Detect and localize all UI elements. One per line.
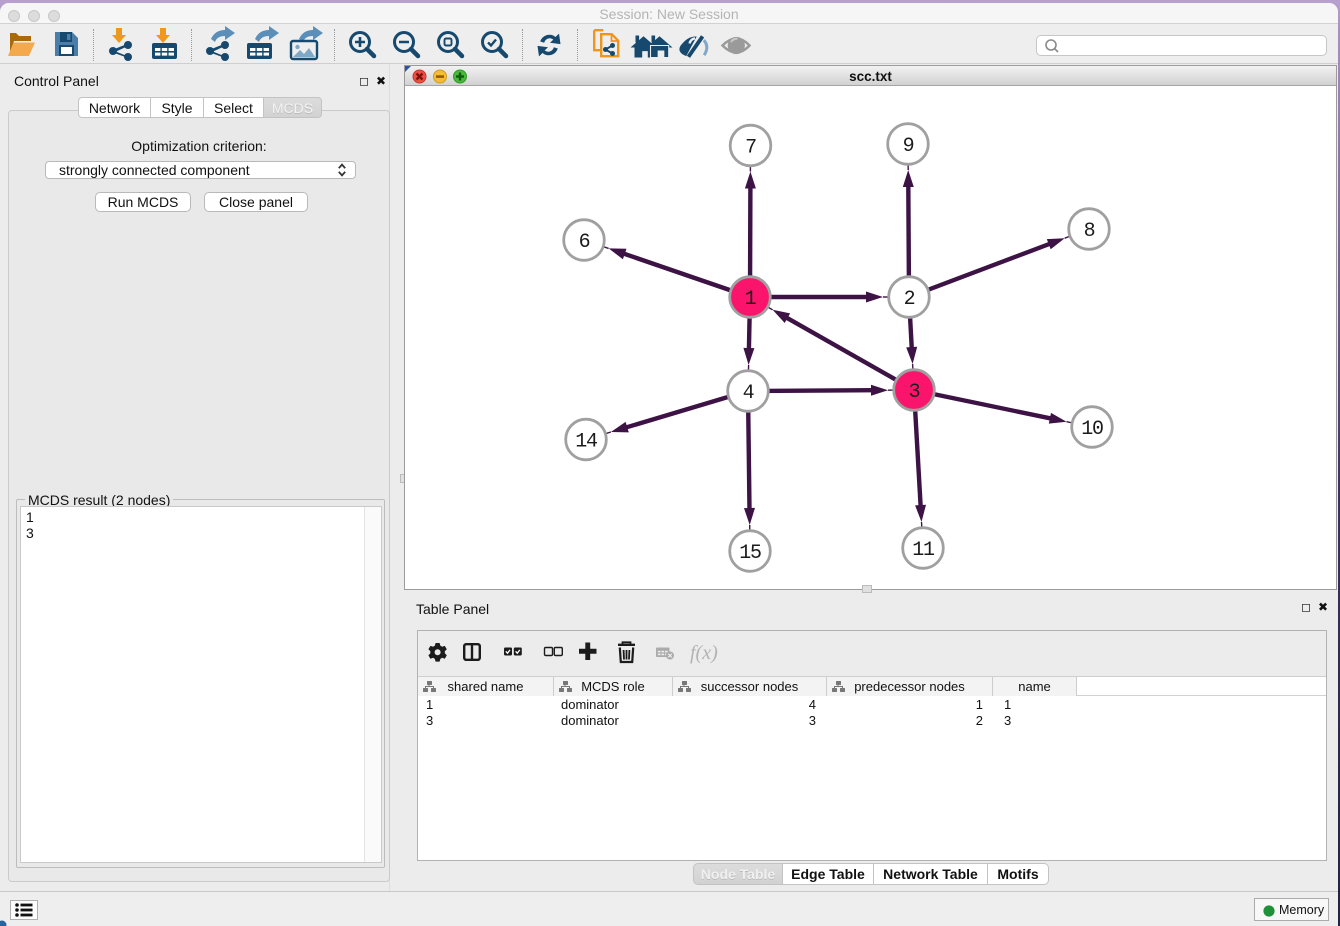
svg-text:4: 4 xyxy=(743,382,754,405)
svg-text:11: 11 xyxy=(912,539,935,562)
svg-text:10: 10 xyxy=(1081,418,1103,441)
svg-text:3: 3 xyxy=(909,381,920,404)
svg-text:2: 2 xyxy=(904,288,915,311)
svg-text:1: 1 xyxy=(745,288,757,311)
svg-text:15: 15 xyxy=(739,542,761,565)
svg-text:14: 14 xyxy=(575,431,597,454)
svg-text:9: 9 xyxy=(903,135,914,158)
svg-text:6: 6 xyxy=(579,231,590,254)
svg-text:f(x): f(x) xyxy=(690,642,718,664)
svg-text:7: 7 xyxy=(745,137,756,160)
svg-text:8: 8 xyxy=(1084,220,1095,243)
